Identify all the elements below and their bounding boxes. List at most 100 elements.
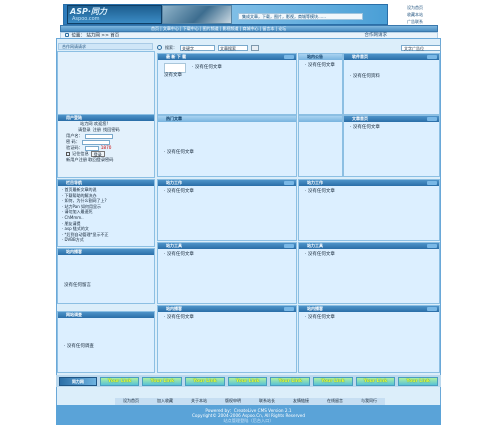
footer-link[interactable]: 加入收藏 [157, 398, 173, 405]
more-icon[interactable] [427, 307, 437, 311]
list-item[interactable]: 没有任何文章 [164, 252, 290, 258]
list-item[interactable]: 没有任何文章 [164, 315, 290, 321]
panel-title: 站力工作 [158, 180, 296, 186]
list-item[interactable]: 没有任何资料 [350, 74, 433, 80]
list-item[interactable]: 没有任何文章 [305, 252, 433, 258]
left-top-box [57, 51, 155, 115]
list-item[interactable]: 没有任何文章 [305, 189, 433, 195]
left-placeholder[interactable]: 合作网请请求 [58, 43, 153, 50]
footer-link[interactable]: 设为首页 [123, 398, 139, 405]
banner-slogan: 集成文章，下载，图片，影视，商城等模块…… [238, 13, 363, 20]
more-icon[interactable] [427, 244, 437, 248]
panel-title: 站力工具 [158, 243, 296, 249]
panel-title: 站内公告 [299, 54, 342, 60]
friend-link[interactable]: Your Link [270, 376, 311, 386]
login-link[interactable]: 注册 [93, 127, 101, 133]
captcha-input[interactable] [84, 145, 99, 151]
friend-link[interactable]: Your Link [398, 376, 438, 386]
list-item[interactable]: 没有任何文章 [305, 315, 433, 321]
more-icon[interactable] [427, 55, 437, 59]
footer-link[interactable]: 在线留言 [327, 398, 343, 405]
panel-notice: 站内公告 没有任何文章 [298, 53, 343, 115]
list-item[interactable]: 没有任何文章 [350, 125, 433, 131]
panel-blog-1: 站内播客 没有任何文章 [157, 305, 297, 373]
username-input[interactable] [84, 133, 113, 139]
list-item[interactable]: 没有任何调查 [64, 344, 148, 350]
more-icon[interactable] [284, 244, 294, 248]
top-link-ads[interactable]: 广告联系 [397, 18, 433, 25]
panel-column-nav: 栏目导航 首页最新文章的说 下载帮助的解决办 如何，为什么割网了上? 站力Pan… [57, 179, 155, 247]
search-label: 搜索： [165, 44, 177, 50]
search-icon [157, 45, 162, 50]
friend-link[interactable]: Your Link [185, 376, 225, 386]
panel-tool-1: 站力工作 没有任何文章 [157, 179, 297, 241]
footer-link[interactable]: 联系站长 [259, 398, 275, 405]
more-icon[interactable] [284, 307, 294, 311]
panel-guestbook: 站内播客 没有任何留言 [57, 248, 155, 304]
nav-item[interactable]: 文章中心 [163, 26, 179, 31]
main-nav: 首页 | 文章中心 | 下载中心 | 图片频道 | 影视频道 | 商城中心 | … [60, 25, 438, 32]
panel-tool-4: 站力工具 没有任何文章 [298, 242, 440, 304]
list-item[interactable]: 没有任何文章 [305, 63, 336, 69]
panel-tool-3: 站力工具 没有任何文章 [157, 242, 297, 304]
nav-item[interactable]: 留言本 [262, 26, 274, 31]
more-icon[interactable] [427, 181, 437, 185]
panel-title: 文章首页 [344, 116, 439, 122]
panel-article-home: 文章首页 没有任何文章 [343, 115, 440, 177]
search-bar: 搜索： 关键字 文章搜索 文字广告位 [157, 44, 441, 51]
nav-item[interactable]: 首页 [151, 26, 159, 31]
text-ad-slot[interactable]: 文字广告位 [401, 44, 441, 51]
list-item[interactable]: 没有任何文章 [192, 65, 222, 71]
more-icon[interactable] [284, 55, 294, 59]
footer-link[interactable]: 与我同行 [361, 398, 377, 405]
nav-item[interactable]: 论坛 [278, 26, 286, 31]
login-box: 用户登陆 站力网 欢迎您! 请登录 注册 找回密码 用户名： 密 码： 验证码：… [57, 114, 155, 178]
list-item[interactable]: DVBB方式 [62, 237, 150, 243]
panel-title: 站力工作 [299, 180, 439, 186]
nav-item[interactable]: 商城中心 [242, 26, 258, 31]
nav-item[interactable]: 下载中心 [183, 26, 199, 31]
remember-checkbox[interactable] [66, 152, 70, 156]
more-icon[interactable] [284, 181, 294, 185]
logo-text: ASP·同力 [70, 7, 107, 16]
panel-title: 站内播客 [58, 249, 154, 255]
nav-item[interactable]: 图片频道 [203, 26, 219, 31]
panel-title: 站内播客 [158, 306, 296, 312]
login-title: 用户登陆 [58, 115, 154, 121]
list-item[interactable]: 没有任何留言 [64, 283, 148, 289]
footer-admin-link[interactable]: 站点管理登陆（后台入口） [56, 418, 441, 423]
list-item[interactable]: 没有任何文章 [164, 189, 290, 195]
friend-link[interactable]: Your Link [99, 376, 140, 386]
panel-software: 软件首页 没有任何资料 [343, 53, 440, 115]
more-icon[interactable] [427, 117, 437, 121]
nav-item[interactable]: 影视频道 [223, 26, 239, 31]
panel-title: 站内播客 [299, 306, 439, 312]
friend-link[interactable]: Your Link [142, 376, 183, 386]
search-input[interactable]: 关键字 [180, 44, 215, 51]
top-link-favorite[interactable]: 收藏本站 [397, 11, 433, 18]
footer-link[interactable]: 友情链接 [293, 398, 309, 405]
friend-link[interactable]: Your Link [313, 376, 353, 386]
panel-title-empty [299, 116, 342, 122]
top-link-homepage[interactable]: 设为首页 [397, 4, 433, 11]
panel-title: 网站调查 [58, 312, 154, 318]
panel-hot-articles: 热门文章 没有任何文章 [157, 115, 297, 177]
panel-title: 热门文章 [158, 116, 296, 122]
friend-link[interactable]: Your Link [355, 376, 396, 386]
friend-link[interactable]: Your Link [227, 376, 268, 386]
login-link[interactable]: 找回密码 [103, 127, 120, 133]
password-input[interactable] [81, 139, 110, 145]
list-item[interactable]: 没有任何文章 [164, 150, 290, 156]
search-type-select[interactable]: 文章搜索 [218, 44, 248, 51]
footer-links: 设为首页 加入收藏 关于本站 版权申明 联系站长 友情链接 在线留言 与我同行 [115, 398, 385, 405]
friend-link-logo[interactable]: 同力网 [59, 376, 97, 386]
register-links[interactable]: 新用户注册 取回登录密码 [58, 157, 154, 163]
footer-link[interactable]: 关于本站 [191, 398, 207, 405]
panel-title: 最 新 下 载 [158, 54, 296, 60]
footer: Powered by：CreateLive CMS Version 2.1 Co… [56, 405, 441, 425]
search-button[interactable] [251, 44, 259, 51]
home-icon [65, 33, 69, 37]
panel-blog-2: 站内播客 没有任何文章 [298, 305, 440, 373]
footer-link[interactable]: 版权申明 [225, 398, 241, 405]
list-item-extra: 没有文章 [164, 73, 182, 78]
